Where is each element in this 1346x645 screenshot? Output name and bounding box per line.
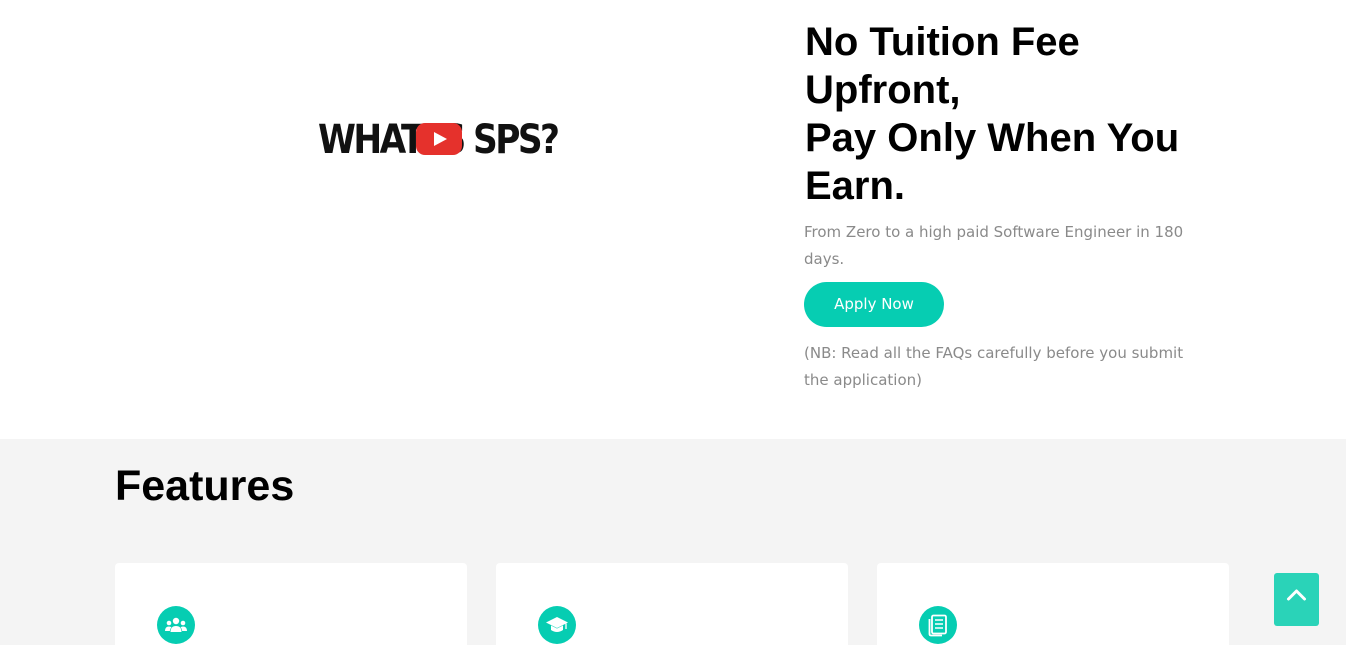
hero-text: No Tuition Fee Upfront, Pay Only When Yo…: [804, 18, 1224, 394]
features-title: Features: [115, 462, 295, 510]
feature-card: [877, 563, 1229, 645]
document-list-icon: [919, 606, 957, 644]
youtube-play-icon[interactable]: [416, 123, 462, 155]
hero-note: (NB: Read all the FAQs carefully before …: [804, 344, 1184, 389]
users-group-icon: [157, 606, 195, 644]
chevron-up-icon: [1287, 589, 1306, 601]
back-to-top-button[interactable]: [1274, 573, 1319, 626]
features-section: Features: [0, 439, 1346, 645]
hero-title-line: Pay Only When You: [805, 116, 1180, 160]
video-thumbnail[interactable]: WHAT IS SPS?: [318, 112, 560, 168]
apply-now-button[interactable]: Apply Now: [804, 282, 944, 327]
feature-card: [115, 563, 467, 645]
hero-title-line: Earn.: [805, 164, 906, 208]
hero-section: WHAT IS SPS? No Tuition Fee Upfront, Pay…: [0, 0, 1346, 439]
hero-title-line: Upfront,: [805, 68, 961, 112]
hero-title: No Tuition Fee Upfront, Pay Only When Yo…: [805, 18, 1224, 210]
graduation-cap-icon: [538, 606, 576, 644]
hero-subtitle: From Zero to a high paid Software Engine…: [804, 223, 1184, 268]
feature-card: [496, 563, 848, 645]
hero-title-line: No Tuition Fee: [805, 20, 1080, 64]
